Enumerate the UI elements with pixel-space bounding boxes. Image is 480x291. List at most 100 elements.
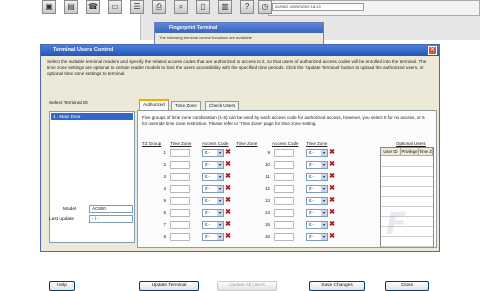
delete-icon[interactable]: ✖ xyxy=(224,221,232,229)
chevron-down-icon[interactable]: ▾ xyxy=(217,234,223,240)
chevron-down-icon[interactable]: ▾ xyxy=(217,210,223,216)
left-row-access-code-select[interactable]: 0 - ▾ xyxy=(202,221,224,229)
chevron-down-icon[interactable]: ▾ xyxy=(321,162,327,168)
select-terminal-label: Select Terminal ID xyxy=(49,101,88,106)
access-code-header-right: Access Code xyxy=(272,141,299,146)
delete-icon[interactable]: ✖ xyxy=(224,161,232,169)
access-code-value: 0 - xyxy=(205,198,211,203)
door-icon[interactable]: ▯ xyxy=(196,0,210,14)
help-button[interactable]: Help xyxy=(49,281,75,291)
left-row-time-zone-field[interactable] xyxy=(170,197,190,205)
chevron-down-icon[interactable]: ▾ xyxy=(321,186,327,192)
right-row-access-code-select[interactable]: 0 - ▾ xyxy=(306,173,328,181)
right-row-time-zone-field[interactable] xyxy=(274,233,294,241)
delete-icon[interactable]: ✖ xyxy=(328,233,336,241)
chevron-down-icon[interactable]: ▾ xyxy=(321,174,327,180)
right-row-time-zone-field[interactable] xyxy=(274,185,294,193)
access-code-value: 0 - xyxy=(309,234,315,239)
left-row-access-code-select[interactable]: 0 - ▾ xyxy=(202,185,224,193)
delete-icon[interactable]: ✖ xyxy=(224,209,232,217)
terminal-list[interactable]: 1 . Main Door xyxy=(49,111,135,243)
delete-icon[interactable]: ✖ xyxy=(328,149,336,157)
chevron-down-icon[interactable]: ▾ xyxy=(217,222,223,228)
right-row-time-zone-field[interactable] xyxy=(274,197,294,205)
datetime-field[interactable]: 02/08/2 2009/02/09 18:13 xyxy=(272,3,364,11)
left-row-access-code-select[interactable]: 0 - ▾ xyxy=(202,161,224,169)
chevron-down-icon[interactable]: ▾ xyxy=(321,198,327,204)
left-row-time-zone-field[interactable] xyxy=(170,209,190,217)
dialog-title: Terminal Users Control xyxy=(41,45,439,56)
delete-icon[interactable]: ✖ xyxy=(224,149,232,157)
delete-icon[interactable]: ✖ xyxy=(224,233,232,241)
tz-group-header: TZ Group xyxy=(142,141,162,146)
left-row-access-code-select[interactable]: 0 - ▾ xyxy=(202,209,224,217)
delete-icon[interactable]: ✖ xyxy=(328,185,336,193)
left-row-time-zone-field[interactable] xyxy=(170,149,190,157)
folder-icon[interactable]: ▤ xyxy=(64,0,78,14)
chevron-down-icon[interactable]: ▾ xyxy=(321,222,327,228)
delete-icon[interactable]: ✖ xyxy=(328,173,336,181)
right-row-access-code-select[interactable]: 0 - ▾ xyxy=(306,185,328,193)
right-row-access-code-select[interactable]: 0 - ▾ xyxy=(306,149,328,157)
search-icon[interactable]: ⌕ xyxy=(174,0,188,14)
help-icon[interactable]: ? xyxy=(240,0,254,14)
update-terminal-button[interactable]: Update Terminal xyxy=(139,281,199,291)
left-row-time-zone-field[interactable] xyxy=(170,185,190,193)
delete-icon[interactable]: ✖ xyxy=(328,161,336,169)
left-row-time-zone-field[interactable] xyxy=(170,173,190,181)
tab-authorized[interactable]: Authorized xyxy=(139,99,169,110)
chevron-down-icon[interactable]: ▾ xyxy=(217,174,223,180)
left-row-access-code-select[interactable]: 0 - ▾ xyxy=(202,233,224,241)
close-button[interactable]: Close xyxy=(385,281,429,291)
left-row-access-code-select[interactable]: 0 - ▾ xyxy=(202,173,224,181)
chevron-down-icon[interactable]: ▾ xyxy=(217,162,223,168)
delete-icon[interactable]: ✖ xyxy=(328,221,336,229)
left-row-time-zone-field[interactable] xyxy=(170,221,190,229)
right-row-access-code-select[interactable]: 0 - ▾ xyxy=(306,197,328,205)
phone-icon[interactable]: ☎ xyxy=(86,0,100,14)
right-row-time-zone-field[interactable] xyxy=(274,221,294,229)
delete-icon[interactable]: ✖ xyxy=(328,209,336,217)
right-row-time-zone-field[interactable] xyxy=(274,161,294,169)
right-row-group-number: 13 xyxy=(264,198,270,203)
time-zone-header-left: Time Zone xyxy=(170,141,192,146)
close-window-icon[interactable]: ✕ xyxy=(428,46,437,55)
left-row-time-zone-field[interactable] xyxy=(170,233,190,241)
right-row-access-code-select[interactable]: 0 - ▾ xyxy=(306,233,328,241)
delete-icon[interactable]: ✖ xyxy=(224,185,232,193)
chevron-down-icon[interactable]: ▾ xyxy=(217,186,223,192)
left-row-access-code-select[interactable]: 0 - ▾ xyxy=(202,149,224,157)
ua-table-row xyxy=(381,196,433,197)
right-row-time-zone-field[interactable] xyxy=(274,209,294,217)
tab-time-zone[interactable]: Time Zone xyxy=(171,101,201,110)
book-icon[interactable]: ▥ xyxy=(218,0,232,14)
clock-icon[interactable]: ◷ xyxy=(258,0,272,14)
list-icon[interactable]: ☰ xyxy=(130,0,144,14)
access-code-value: 0 - xyxy=(205,186,211,191)
printer-icon[interactable]: ⎙ xyxy=(152,0,166,14)
right-row-access-code-select[interactable]: 0 - ▾ xyxy=(306,221,328,229)
chevron-down-icon[interactable]: ▾ xyxy=(321,234,327,240)
ua-table-row xyxy=(381,246,433,247)
save-changes-button[interactable]: Save Changes xyxy=(309,281,365,291)
chevron-down-icon[interactable]: ▾ xyxy=(321,150,327,156)
right-row-access-code-select[interactable]: 0 - ▾ xyxy=(306,161,328,169)
right-row-access-code-select[interactable]: 0 - ▾ xyxy=(306,209,328,217)
chevron-down-icon[interactable]: ▾ xyxy=(217,198,223,204)
app-icon[interactable]: ▣ xyxy=(42,0,56,14)
delete-icon[interactable]: ✖ xyxy=(224,173,232,181)
right-row-time-zone-field[interactable] xyxy=(274,173,294,181)
terminal-users-dialog: Terminal Users Control ✕ Select the suit… xyxy=(40,44,440,291)
delete-icon[interactable]: ✖ xyxy=(224,197,232,205)
tab-check-users[interactable]: Check Users xyxy=(205,101,240,110)
chevron-down-icon[interactable]: ▾ xyxy=(321,210,327,216)
left-row-access-code-select[interactable]: 0 - ▾ xyxy=(202,197,224,205)
right-row-time-zone-field[interactable] xyxy=(274,149,294,157)
chevron-down-icon[interactable]: ▾ xyxy=(217,150,223,156)
delete-icon[interactable]: ✖ xyxy=(328,197,336,205)
access-code-value: 0 - xyxy=(309,162,315,167)
update-all-users-button[interactable]: Update All Users xyxy=(217,281,277,291)
card-icon[interactable]: ▭ xyxy=(108,0,122,14)
left-row-time-zone-field[interactable] xyxy=(170,161,190,169)
terminal-list-item[interactable]: 1 . Main Door xyxy=(51,113,133,120)
